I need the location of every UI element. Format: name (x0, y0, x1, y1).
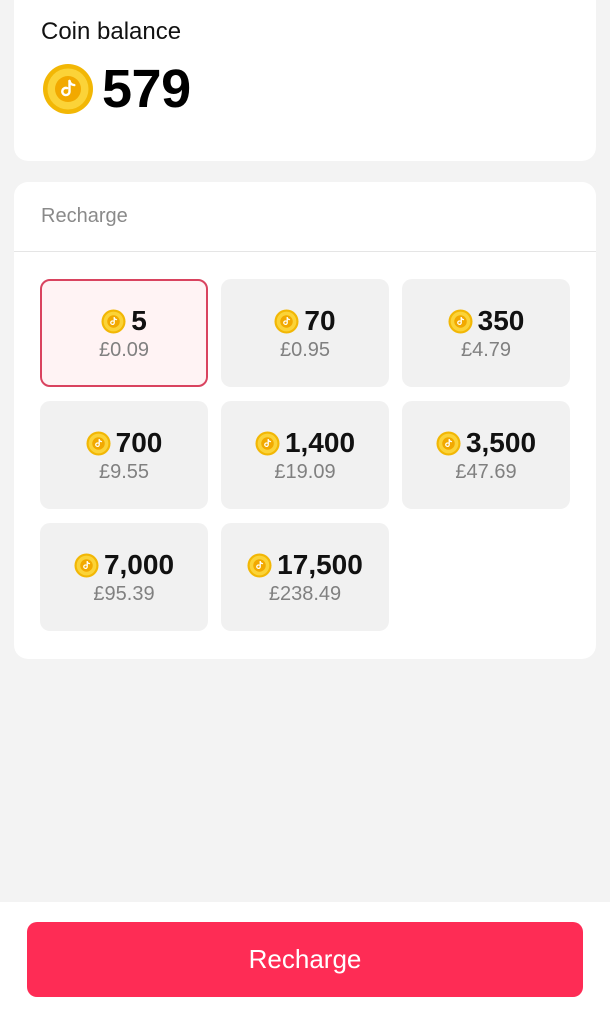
coin-package-amount-row: 17,500 (247, 548, 363, 582)
section-divider (14, 251, 596, 252)
coin-package-amount: 1,400 (284, 427, 356, 458)
coin-package-grid: 5 £0.09 70 £0.95 350 £4.79 700 £9.55 1,4… (40, 279, 570, 631)
coin-package-amount-row: 3,500 (436, 426, 536, 460)
coin-package-option[interactable]: 1,400 £19.09 (221, 401, 389, 509)
recharge-button[interactable]: Recharge (27, 922, 583, 997)
coin-package-price: £47.69 (455, 461, 517, 483)
tiktok-coin-icon (255, 430, 280, 456)
coin-package-amount-row: 5 (101, 304, 147, 338)
tiktok-coin-icon (74, 552, 99, 578)
coin-package-amount-row: 1,400 (255, 426, 355, 460)
coin-package-price: £238.49 (268, 583, 342, 605)
coin-package-amount: 700 (115, 427, 163, 458)
coin-package-price: £19.09 (274, 461, 336, 483)
coin-package-price: £0.09 (98, 339, 150, 361)
coin-package-option[interactable]: 3,500 £47.69 (402, 401, 570, 509)
coin-package-price: £9.55 (98, 461, 150, 483)
coin-package-option[interactable]: 350 £4.79 (402, 279, 570, 387)
coin-package-amount: 5 (131, 305, 147, 336)
coin-package-option[interactable]: 70 £0.95 (221, 279, 389, 387)
bottom-bar: Recharge (0, 902, 610, 1024)
coin-package-amount: 3,500 (465, 427, 537, 458)
tiktok-coin-icon (247, 552, 272, 578)
coin-package-amount: 17,500 (277, 549, 363, 580)
coin-package-amount-row: 350 (448, 304, 525, 338)
recharge-card: Recharge 5 £0.09 70 £0.95 350 £4.79 700 … (14, 182, 596, 659)
coin-package-amount: 70 (304, 305, 336, 336)
coin-package-option[interactable]: 17,500 £238.49 (221, 523, 389, 631)
coin-package-price: £4.79 (460, 339, 512, 361)
tiktok-coin-icon (86, 430, 111, 456)
coin-package-amount-row: 700 (86, 426, 163, 460)
coin-package-option[interactable]: 7,000 £95.39 (40, 523, 208, 631)
coin-balance-value: 579 (102, 59, 191, 119)
coin-balance-title: Coin balance (41, 18, 182, 45)
coin-package-price: £0.95 (279, 339, 331, 361)
coin-balance-card: Coin balance 579 (14, 0, 596, 161)
coin-package-amount-row: 70 (274, 304, 336, 338)
coin-package-amount: 7,000 (103, 549, 175, 580)
coin-package-amount: 350 (477, 305, 525, 336)
coin-package-option[interactable]: 5 £0.09 (40, 279, 208, 387)
coin-package-price: £95.39 (93, 583, 155, 605)
tiktok-coin-icon (43, 64, 93, 114)
coin-recharge-page: Coin balance 579 Recharge 5 £0.09 70 £0.… (0, 0, 610, 1024)
coin-balance-row: 579 (42, 62, 191, 116)
tiktok-coin-icon (101, 308, 126, 334)
tiktok-coin-icon (436, 430, 461, 456)
recharge-section-title: Recharge (41, 205, 128, 227)
tiktok-coin-icon (448, 308, 473, 334)
coin-package-amount-row: 7,000 (74, 548, 174, 582)
tiktok-coin-icon (274, 308, 299, 334)
coin-package-option[interactable]: 700 £9.55 (40, 401, 208, 509)
